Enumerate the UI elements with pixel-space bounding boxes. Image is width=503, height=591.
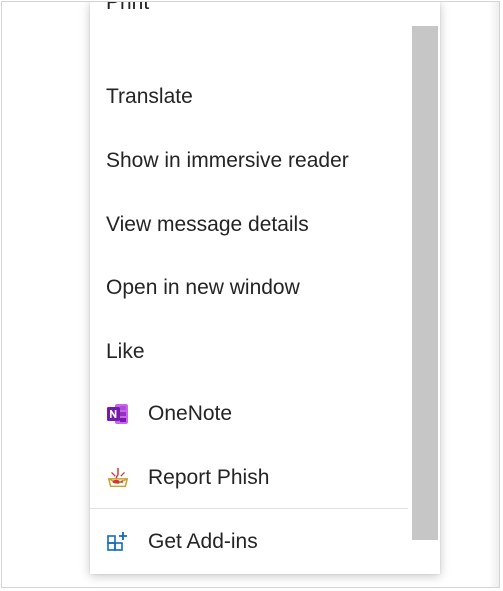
add-ins-icon xyxy=(106,530,130,554)
menu-item-get-add-ins[interactable]: Get Add-ins xyxy=(90,514,408,570)
menu-scrollbar-thumb[interactable] xyxy=(412,26,438,540)
menu-item-label: OneNote xyxy=(148,402,233,425)
menu-item-label: Report Phish xyxy=(148,466,270,489)
menu-item-report-phish[interactable]: Report Phish xyxy=(90,450,408,506)
menu-item-label: Get Add-ins xyxy=(148,530,258,553)
menu-item-immersive-reader[interactable]: Show in immersive reader xyxy=(90,133,408,189)
menu-divider xyxy=(90,508,408,509)
menu-item-label: Open in new window xyxy=(106,276,300,299)
menu-item-onenote[interactable]: OneNote xyxy=(90,386,408,442)
menu-item-label: Like xyxy=(106,340,145,363)
menu-item-print[interactable]: Print xyxy=(90,2,408,31)
menu-item-label: View message details xyxy=(106,213,309,236)
menu-item-translate[interactable]: Translate xyxy=(90,69,408,125)
menu-item-open-new-window[interactable]: Open in new window xyxy=(90,260,408,316)
menu-item-like[interactable]: Like xyxy=(90,324,408,380)
menu-item-view-message-details[interactable]: View message details xyxy=(90,197,408,253)
onenote-icon xyxy=(106,402,130,426)
menu-item-label: Print xyxy=(106,2,150,14)
report-phish-icon xyxy=(106,466,130,490)
menu-item-label: Show in immersive reader xyxy=(106,149,349,172)
more-actions-menu: Print Translate Show in immersive reader… xyxy=(90,2,440,574)
menu-item-label: Translate xyxy=(106,85,193,108)
screenshot-frame: Print Translate Show in immersive reader… xyxy=(1,1,500,588)
background-edge xyxy=(489,2,499,587)
